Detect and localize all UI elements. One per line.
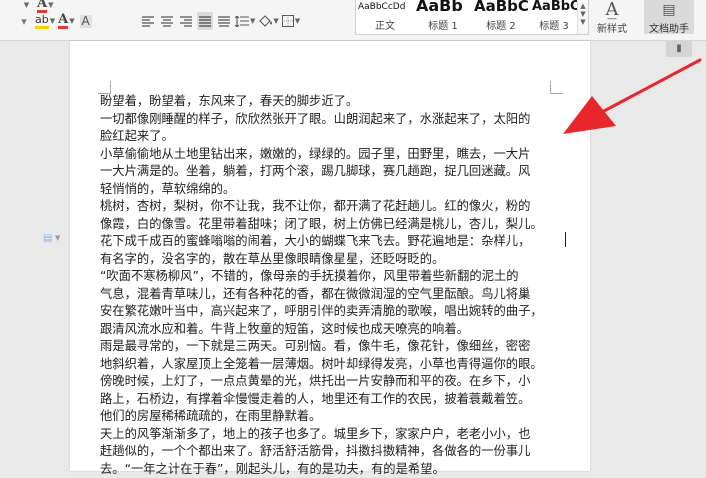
highlight-color-button[interactable]: ab ▼ [35,12,55,30]
gallery-scroll[interactable]: ▲ ▼ ▼ [577,0,588,34]
chevron-down-icon[interactable]: ▼ [250,17,255,25]
text-line: 花下成千成百的蜜蜂嗡嗡的闹着，大小的蝴蝶飞来飞去。野花遍地是：杂样儿， [100,233,566,251]
text-line: 去。“一年之计在于春”，刚起头儿，有的是功夫，有的是希望。 [100,461,566,478]
text-line: 雨是最寻常的，一下就是三两天。可别恼。看，像牛毛，像花针，像细丝，密密 [100,338,566,356]
font-color-icon: A [37,0,47,13]
paragraph-toolbar-row: ▼ ▼ ▼ [140,12,303,30]
text-line: 轻悄悄的，草软绵绵的。 [100,181,566,199]
style-sample: AaBbC [474,0,530,15]
document-page[interactable]: 盼望着，盼望着，东风来了，春天的脚步近了。 一切都像刚睡醒的样子，欣欣然张开了眼… [70,41,590,471]
text-line: “吹面不寒杨柳风”，不错的，像母亲的手抚摸着你，风里带着些新翻的泥土的 [100,268,566,286]
style-label: 标题 3 [530,17,578,32]
new-style-button[interactable]: A̲ 新样式 [590,0,634,34]
text-line: 他们的房屋稀稀疏疏的，在雨里静默着。 [100,408,566,426]
shading-button[interactable]: ▼ [258,12,278,30]
align-right-icon [180,16,192,27]
style-gallery: AaBbCcDd 正文 AaBb 标题 1 AaBbC 标题 2 AaBbCc … [355,0,589,35]
chevron-down-icon[interactable]: ▼ [48,1,53,9]
style-heading-3[interactable]: AaBbCc 标题 3 [530,0,578,34]
chevron-down-icon[interactable]: ▼ [69,17,74,25]
chevron-up-icon[interactable]: ▲ [578,2,588,10]
line-spacing-button[interactable]: ▼ [235,12,255,30]
justify-icon [199,16,211,27]
style-label: 标题 1 [414,17,472,32]
text-line: 天上的风筝渐渐多了，地上的孩子也多了。城里乡下，家家户户，老老小小，也 [100,426,566,444]
style-sample: AaBb [416,0,472,15]
align-left-icon [142,16,154,27]
borders-icon [282,15,294,27]
distribute-button[interactable] [216,12,232,30]
panel-toggle-icon[interactable]: ▮ [666,41,692,57]
align-center-icon [161,16,173,27]
align-left-button[interactable] [140,12,156,30]
style-normal[interactable]: AaBbCcDd 正文 [356,0,414,34]
line-spacing-icon [235,16,249,27]
text-line: 跟清风流水应和着。牛背上牧童的短笛，这时候也成天嘹亮的响着。 [100,321,566,339]
font-color-icon: A [58,14,68,29]
ribbon-toolbar: ▼ A ▼ ▾ ab ▼ A ▼ A [0,0,706,41]
text-line: 安在繁花嫩叶当中，高兴起来了，呼朋引伴的卖弄清脆的歌喉，唱出婉转的曲子， [100,303,566,321]
char-shading-button[interactable]: A [78,12,94,30]
doc-helper-icon: ▤ [644,0,694,20]
align-right-button[interactable] [178,12,194,30]
borders-button[interactable]: ▼ [282,12,300,30]
text-line: 桃树，杏树，梨树，你不让我，我不让你，都开满了花赶趟儿。红的像火，粉的 [100,198,566,216]
clear-format-button[interactable]: ▾ [16,12,32,30]
chevron-down-icon[interactable]: ▼ [578,10,588,18]
style-heading-2[interactable]: AaBbC 标题 2 [472,0,530,34]
text-line: 盼望着，盼望着，东风来了，春天的脚步近了。 [100,93,566,111]
align-center-button[interactable] [159,12,175,30]
style-label: 标题 2 [472,17,530,32]
style-heading-1[interactable]: AaBb 标题 1 [414,0,472,34]
chevron-down-icon[interactable]: ▼ [50,17,55,25]
chevron-down-icon[interactable]: ▼ [273,17,278,25]
chevron-down-icon[interactable]: ▼ [24,1,29,9]
text-cursor [565,232,566,247]
text-line: 有名字的，没名字的，散在草丛里像眼睛像星星，还眨呀眨的。 [100,251,566,269]
new-style-label: 新样式 [590,20,634,35]
justify-button[interactable] [197,12,213,30]
text-line: 脸红起来了。 [100,128,566,146]
text-line: 路上，石桥边，有撑着伞慢慢走着的人，地里还有工作的农民，披着蓑戴着笠。 [100,391,566,409]
text-line: 一切都像刚睡醒的样子，欣欣然张开了眼。山朗润起来了，水涨起来了，太阳的 [100,111,566,129]
text-line: 气息，混着青草味儿，还有各种花的香，都在微微润湿的空气里酝酿。鸟儿将巢 [100,286,566,304]
highlight-icon: ab [35,14,49,29]
font-toolbar-row-2: ▾ ab ▼ A ▼ A [0,12,97,30]
chevron-down-icon[interactable]: ▼ [55,234,60,242]
text-line: 小草偷偷地从土地里钻出来，嫩嫩的，绿绿的。园子里，田野里，瞧去，一大片 [100,146,566,164]
document-body[interactable]: 盼望着，盼望着，东风来了，春天的脚步近了。 一切都像刚睡醒的样子，欣欣然张开了眼… [100,93,566,478]
style-label: 正文 [356,17,414,32]
expand-icon[interactable]: ▼ [578,18,588,26]
text-line: 傍晚时候，上灯了，一点点黄晕的光，烘托出一片安静而和平的夜。在乡下，小 [100,373,566,391]
new-style-icon: A̲ [590,0,634,20]
chevron-down-icon[interactable]: ▼ [295,17,300,25]
text-line: 像霞，白的像雪。花里带着甜味；闭了眼，树上仿佛已经满是桃儿，杏儿，梨儿。 [100,216,566,234]
doc-helper-label: 文档助手 [644,20,694,35]
doc-helper-button[interactable]: ▤ 文档助手 [644,0,694,34]
text-line: 一大片满是的。坐着，躺着，打两个滚，踢几脚球，赛几趟跑，捉几回迷藏。风 [100,163,566,181]
style-sample: AaBbCcDd [358,2,414,12]
paint-bucket-icon [258,15,272,27]
text-line: 地斜织着，人家屋顶上全笼着一层薄烟。树叶却绿得发亮，小草也青得逼你的眼。 [100,356,566,374]
paragraph-marker-icon[interactable]: ▤ [43,233,52,244]
text-line: 赶趟似的，一个个都出来了。舒活舒活筋骨，抖擞抖擞精神，各做各的一份事儿 [100,443,566,461]
distribute-icon [218,16,230,27]
right-side-panel: ▮ [654,41,706,467]
font-color-button-2[interactable]: A ▼ [58,12,74,30]
char-shading-icon: A [80,15,92,28]
